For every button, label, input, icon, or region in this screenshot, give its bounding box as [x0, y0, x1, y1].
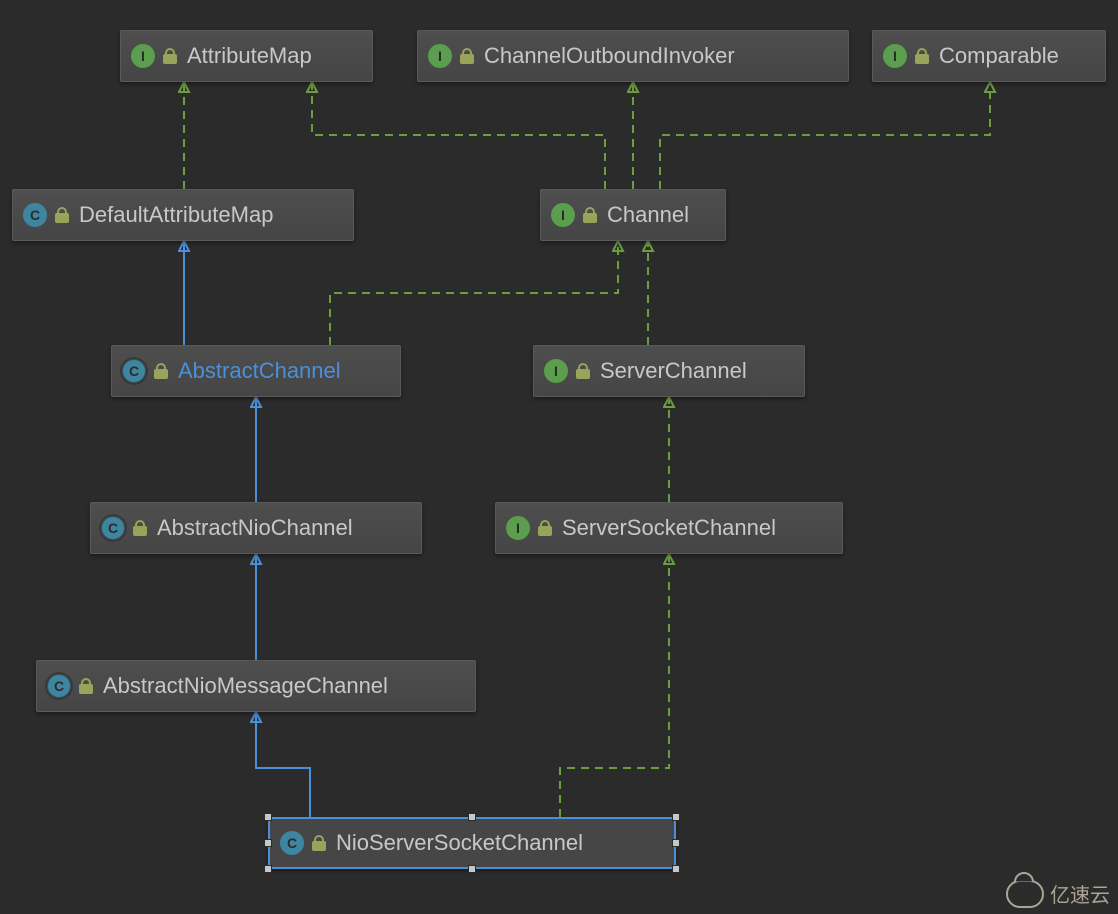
node-label: ChannelOutboundInvoker	[484, 43, 735, 69]
uml-edge-implements	[330, 241, 618, 345]
node-label: AbstractChannel	[178, 358, 341, 384]
uml-node-channelOutbound[interactable]: I ChannelOutboundInvoker	[417, 30, 849, 82]
lock-icon	[460, 48, 474, 64]
uml-node-serverSocketChannel[interactable]: I ServerSocketChannel	[495, 502, 843, 554]
selection-handle[interactable]	[264, 813, 272, 821]
interface-icon: I	[544, 359, 568, 383]
watermark-text: 亿速云	[1050, 879, 1110, 908]
node-label: AttributeMap	[187, 43, 312, 69]
class-icon: C	[122, 359, 146, 383]
watermark: 亿速云	[1006, 879, 1110, 908]
lock-icon	[312, 835, 326, 851]
interface-icon: I	[551, 203, 575, 227]
uml-edge-implements	[660, 82, 990, 189]
node-label: Channel	[607, 202, 689, 228]
interface-icon: I	[131, 44, 155, 68]
selection-handle[interactable]	[264, 839, 272, 847]
class-icon: C	[47, 674, 71, 698]
lock-icon	[538, 520, 552, 536]
lock-icon	[163, 48, 177, 64]
selection-handle[interactable]	[672, 839, 680, 847]
class-icon: C	[280, 831, 304, 855]
uml-edge-extends	[256, 712, 310, 817]
cloud-icon	[1006, 880, 1044, 908]
node-label: ServerSocketChannel	[562, 515, 776, 541]
interface-icon: I	[428, 44, 452, 68]
interface-icon: I	[883, 44, 907, 68]
uml-node-abstractNioMessage[interactable]: C AbstractNioMessageChannel	[36, 660, 476, 712]
selection-handle[interactable]	[468, 813, 476, 821]
uml-node-attributeMap[interactable]: I AttributeMap	[120, 30, 373, 82]
uml-node-abstractChannel[interactable]: C AbstractChannel	[111, 345, 401, 397]
selection-handle[interactable]	[468, 865, 476, 873]
node-label: ServerChannel	[600, 358, 747, 384]
lock-icon	[55, 207, 69, 223]
node-label: Comparable	[939, 43, 1059, 69]
node-label: AbstractNioMessageChannel	[103, 673, 388, 699]
lock-icon	[79, 678, 93, 694]
uml-node-serverChannel[interactable]: I ServerChannel	[533, 345, 805, 397]
class-icon: C	[23, 203, 47, 227]
uml-node-comparable[interactable]: I Comparable	[872, 30, 1106, 82]
node-label: AbstractNioChannel	[157, 515, 353, 541]
uml-edge-implements	[312, 82, 605, 189]
lock-icon	[576, 363, 590, 379]
connector-layer	[0, 0, 1118, 914]
class-icon: C	[101, 516, 125, 540]
node-label: NioServerSocketChannel	[336, 830, 583, 856]
uml-node-abstractNioChannel[interactable]: C AbstractNioChannel	[90, 502, 422, 554]
lock-icon	[915, 48, 929, 64]
selection-handle[interactable]	[672, 813, 680, 821]
lock-icon	[133, 520, 147, 536]
selection-handle[interactable]	[264, 865, 272, 873]
lock-icon	[583, 207, 597, 223]
interface-icon: I	[506, 516, 530, 540]
lock-icon	[154, 363, 168, 379]
uml-node-channel[interactable]: I Channel	[540, 189, 726, 241]
uml-node-nioServerSocket[interactable]: C NioServerSocketChannel	[268, 817, 676, 869]
uml-edge-implements	[560, 554, 669, 817]
selection-handle[interactable]	[672, 865, 680, 873]
node-label: DefaultAttributeMap	[79, 202, 273, 228]
uml-node-defaultAttributeMap[interactable]: C DefaultAttributeMap	[12, 189, 354, 241]
